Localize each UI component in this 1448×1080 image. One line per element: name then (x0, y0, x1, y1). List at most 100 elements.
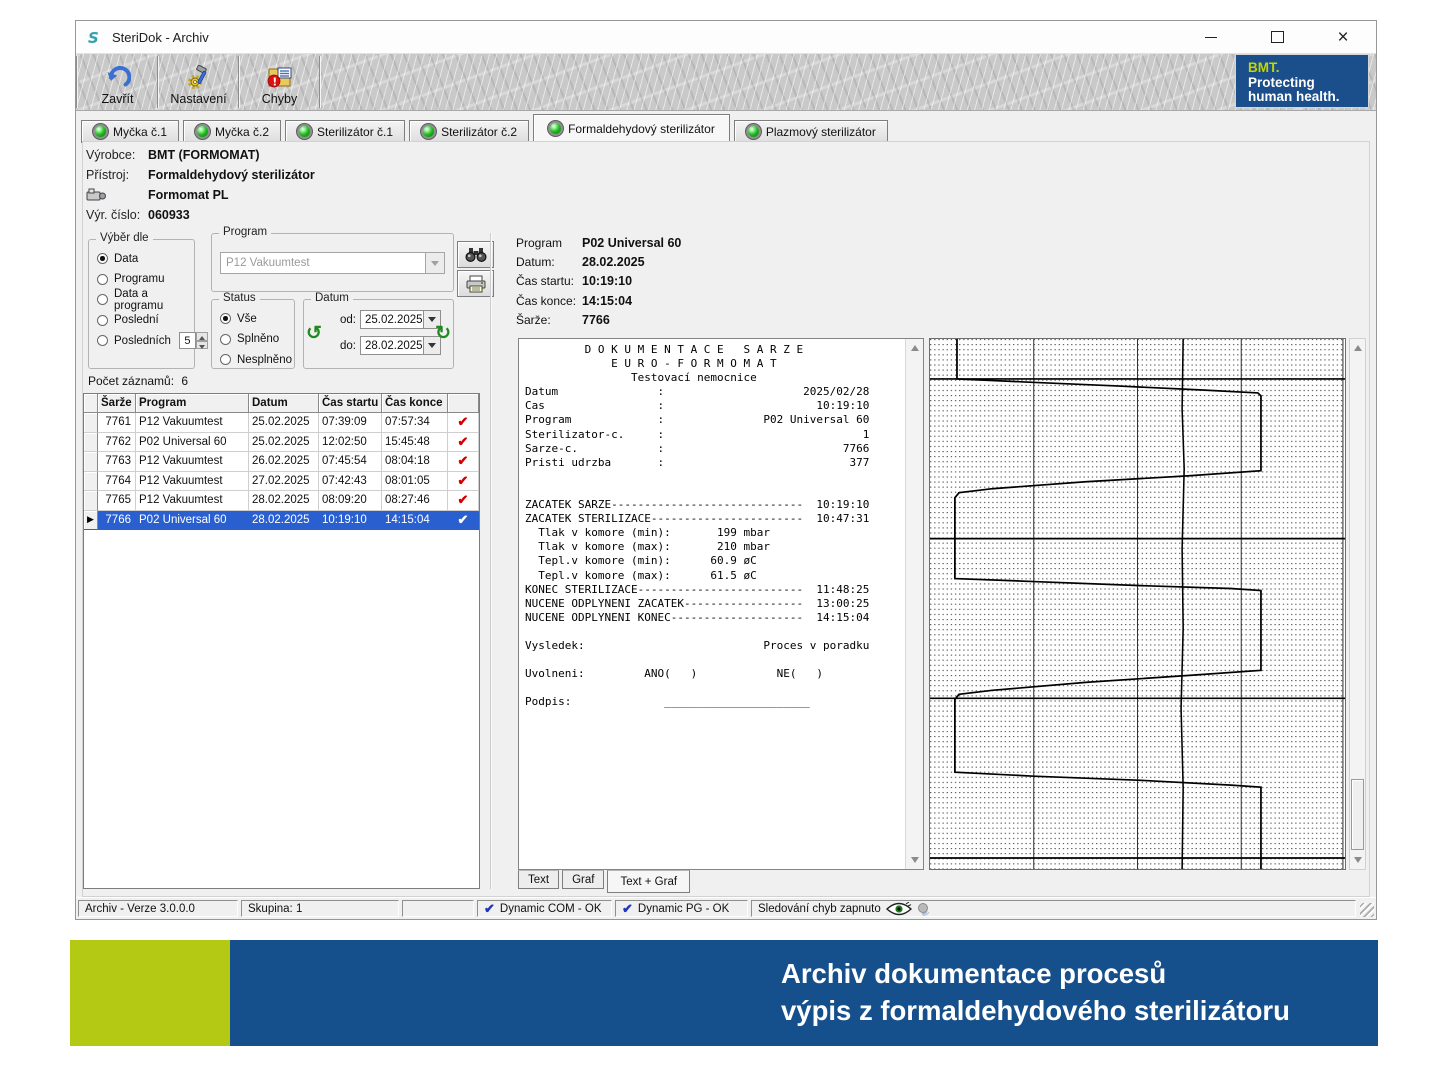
radio-option[interactable]: Nesplněno (220, 351, 294, 368)
app-window: S SteriDok - Archiv × Zavřít (75, 20, 1377, 920)
status-empty (402, 900, 474, 917)
row-indicator (84, 413, 98, 433)
scroll-down-icon[interactable] (906, 852, 923, 868)
table-row[interactable]: 7766 P02 Universal 60 28.02.2025 10:19:1… (84, 511, 479, 531)
scroll-down-icon[interactable] (1350, 852, 1365, 868)
close-archive-button[interactable]: Zavřít (78, 54, 157, 110)
header-status (448, 394, 479, 413)
header-program[interactable]: Program (136, 394, 249, 413)
rotate-right-icon[interactable]: ↻ (435, 324, 451, 343)
device-tab[interactable]: Sterilizátor č.2 (409, 120, 529, 143)
close-button[interactable]: × (1332, 26, 1354, 48)
resize-grip[interactable] (1360, 903, 1374, 917)
header-indicator (84, 394, 98, 413)
print-button[interactable] (457, 270, 494, 297)
device-tab[interactable]: Plazmový sterilizátor (734, 120, 888, 143)
led-icon (423, 126, 434, 137)
detail-field-row: Čas konce: 14:15:04 (516, 291, 681, 310)
header-sarze[interactable]: Šarže (98, 394, 136, 413)
radio-icon (220, 354, 231, 365)
status-error-tracking: Sledování chyb zapnuto (751, 900, 1356, 917)
table-row[interactable]: 7763 P12 Vakuumtest 26.02.2025 07:45:54 … (84, 452, 479, 472)
view-tab[interactable]: Graf (562, 870, 604, 889)
device-tab[interactable]: Myčka č.1 (81, 120, 179, 143)
sound-icon (917, 902, 931, 916)
printer-icon (465, 275, 487, 293)
view-tab[interactable]: Text + Graf (607, 870, 690, 893)
minimize-button[interactable] (1200, 26, 1222, 48)
detail-field-row: Čas startu: 10:19:10 (516, 272, 681, 291)
row-indicator (84, 433, 98, 453)
error-folder-icon: ! (266, 63, 294, 91)
radio-icon (97, 253, 108, 264)
status-check-icon (448, 491, 479, 511)
toolbar-separator (319, 56, 321, 108)
document-scrollbar[interactable] (905, 339, 923, 869)
status-dynamic-pg: ✔ Dynamic PG - OK (615, 900, 748, 917)
graph-scrollbar[interactable] (1349, 338, 1366, 870)
toolbar: Zavřít Nastavení (76, 54, 1376, 111)
status-version: Archiv - Verze 3.0.0.0 (78, 900, 238, 917)
status-dynamic-com: ✔ Dynamic COM - OK (477, 900, 612, 917)
row-indicator (84, 472, 98, 492)
header-cas-startu[interactable]: Čas startu (319, 394, 382, 413)
radio-option[interactable]: Poslední (97, 312, 194, 329)
banner-green-block (70, 940, 230, 1046)
eye-icon (886, 902, 912, 916)
bmt-logo: BMT. Protecting human health. (1235, 54, 1369, 108)
radio-option[interactable]: Vše (220, 310, 294, 327)
radio-option[interactable]: Data a programu (97, 291, 194, 308)
table-row[interactable]: 7764 P12 Vakuumtest 27.02.2025 07:42:43 … (84, 472, 479, 492)
settings-button[interactable]: Nastavení (159, 54, 238, 110)
device-tab[interactable]: Formaldehydový sterilizátor (533, 114, 730, 143)
header-cas-konce[interactable]: Čas konce (382, 394, 448, 413)
device-icon (86, 187, 106, 203)
rotate-left-icon[interactable]: ↺ (306, 324, 322, 343)
radio-option[interactable]: Programu (97, 271, 194, 288)
radio-icon (220, 334, 231, 345)
statusbar: Archiv - Verze 3.0.0.0 Skupina: 1 ✔ Dyna… (76, 897, 1376, 919)
table-row[interactable]: 7765 P12 Vakuumtest 28.02.2025 08:09:20 … (84, 491, 479, 511)
check-icon: ✔ (484, 901, 495, 917)
program-combobox[interactable]: P12 Vakuumtest (220, 252, 445, 274)
errors-button[interactable]: ! Chyby (240, 54, 319, 110)
batch-document: D O K U M E N T A C E S A R Z E E U R O … (519, 339, 905, 869)
device-info-row: Výr. číslo: 060933 (86, 205, 1366, 225)
panel-divider[interactable] (490, 233, 492, 889)
scroll-up-icon[interactable] (1350, 340, 1365, 356)
scroll-thumb[interactable] (1351, 779, 1364, 850)
groupbox-vyber-dle: Výběr dle Data Programu (88, 239, 195, 369)
banner-caption: Archiv dokumentace procesů výpis z forma… (230, 940, 1378, 1046)
device-tab[interactable]: Myčka č.2 (183, 120, 281, 143)
view-tab[interactable]: Text (518, 870, 559, 889)
date-from-field[interactable]: 25.02.2025 (360, 310, 424, 329)
radio-option[interactable]: Data (97, 250, 194, 267)
radio-option[interactable]: Splněno (220, 331, 294, 348)
check-icon: ✔ (622, 901, 633, 917)
spinner-buttons[interactable] (196, 332, 208, 349)
maximize-button[interactable] (1266, 26, 1288, 48)
led-icon (95, 126, 106, 137)
header-datum[interactable]: Datum (249, 394, 319, 413)
search-button[interactable] (457, 241, 494, 268)
table-row[interactable]: 7762 P02 Universal 60 25.02.2025 12:02:5… (84, 433, 479, 453)
device-tabstrip: Myčka č.1 Myčka č.2 Sterilizátor č.1 Ste… (81, 113, 888, 143)
radio-icon (97, 274, 108, 285)
scroll-up-icon[interactable] (906, 340, 923, 356)
window-controls: × (1200, 26, 1376, 48)
tools-icon (186, 63, 212, 91)
radio-option[interactable]: Posledních 5 (97, 332, 194, 349)
window-title: SteriDok - Archiv (112, 30, 209, 45)
detail-field-row: Program P02 Universal 60 (516, 233, 681, 252)
date-to-field[interactable]: 28.02.2025 (360, 336, 424, 355)
detail-field-row: Datum: 28.02.2025 (516, 252, 681, 271)
radio-icon (97, 335, 108, 346)
radio-icon (97, 294, 108, 305)
chevron-down-icon[interactable] (425, 252, 445, 274)
spin-box[interactable]: 5 (179, 332, 208, 349)
document-panel: D O K U M E N T A C E S A R Z E E U R O … (518, 338, 924, 870)
device-tab[interactable]: Sterilizátor č.1 (285, 120, 405, 143)
table-row[interactable]: 7761 P12 Vakuumtest 25.02.2025 07:39:09 … (84, 413, 479, 433)
row-indicator (84, 452, 98, 472)
device-info-row: Přístroj: Formaldehydový sterilizátor (86, 165, 1366, 185)
